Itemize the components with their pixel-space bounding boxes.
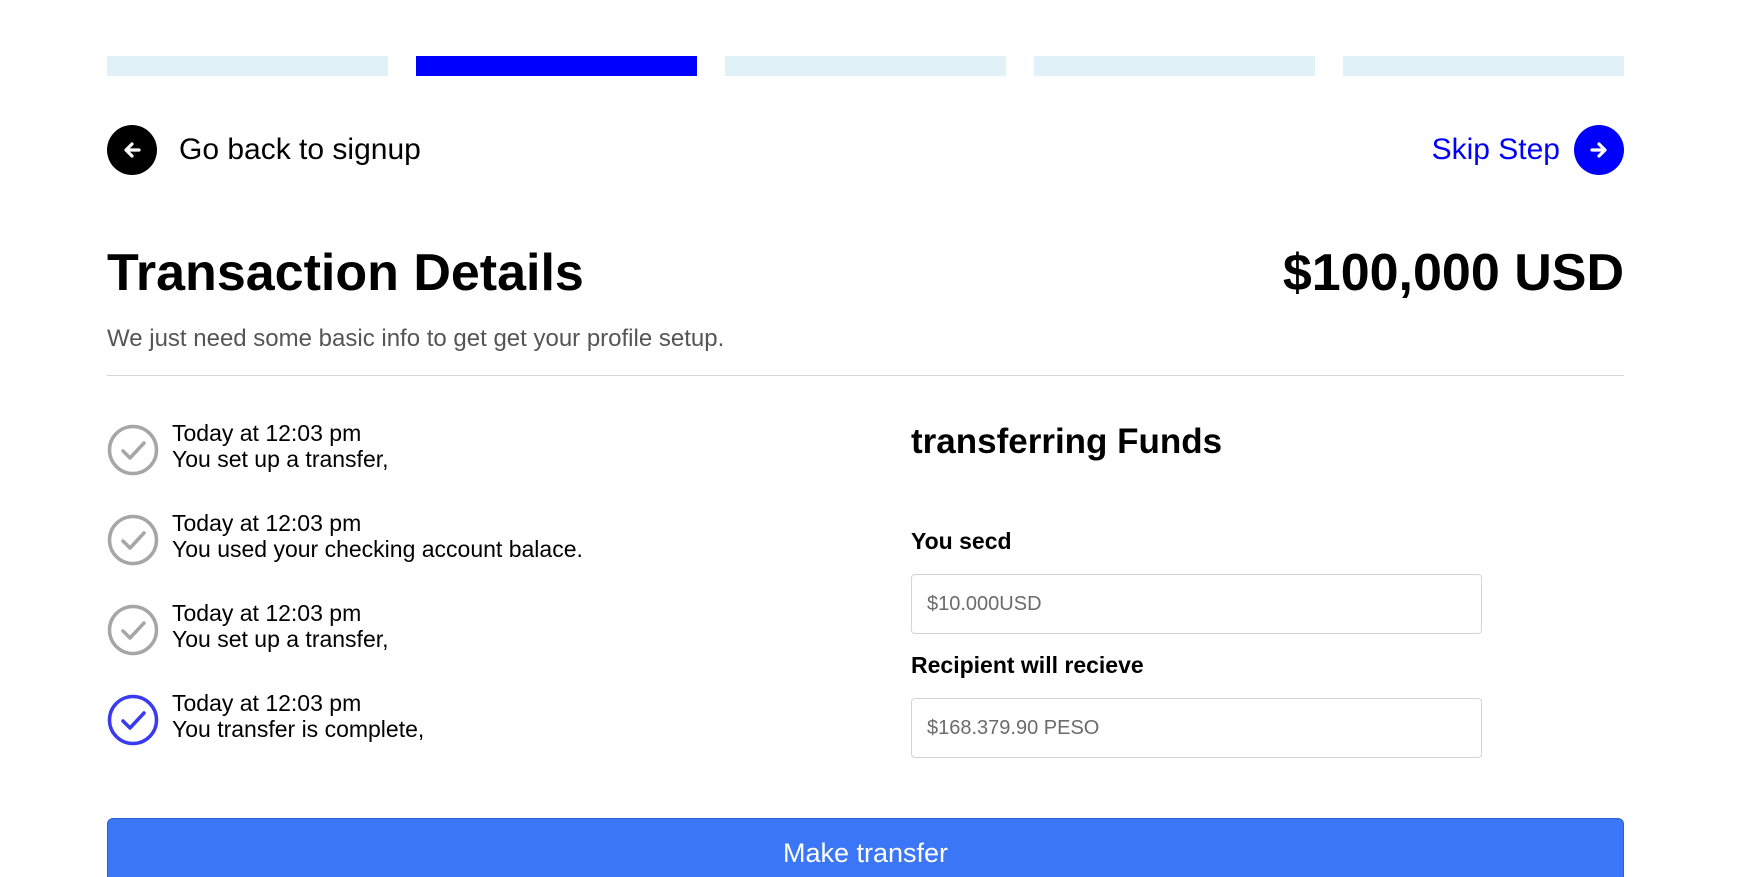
transaction-timeline: Today at 12:03 pm You set up a transfer,…: [107, 420, 807, 780]
step-progress: [107, 56, 1624, 76]
timeline-event-text: Today at 12:03 pm You set up a transfer,: [172, 600, 389, 652]
timeline-event-time: Today at 12:03 pm: [172, 600, 362, 626]
skip-step-label[interactable]: Skip Step: [1432, 133, 1560, 167]
receive-amount-label: Recipient will recieve: [911, 652, 1144, 678]
back-link[interactable]: Go back to signup: [107, 125, 421, 175]
progress-step-4: [1034, 56, 1315, 76]
send-amount-input[interactable]: [911, 574, 1482, 634]
arrow-left-icon[interactable]: [107, 125, 157, 175]
timeline-event-description: You set up a transfer,: [172, 446, 389, 472]
nav-row: Go back to signup Skip Step: [107, 124, 1624, 176]
page-title: Transaction Details: [107, 244, 584, 302]
page-subtitle: We just need some basic info to get get …: [107, 325, 725, 352]
timeline-event-text: Today at 12:03 pm You transfer is comple…: [172, 690, 424, 742]
receive-amount-input[interactable]: [911, 698, 1482, 758]
form-title: transferring Funds: [911, 422, 1223, 461]
transaction-amount: $100,000 USD: [1282, 244, 1624, 302]
timeline-event-description: You transfer is complete,: [172, 716, 425, 742]
arrow-right-icon[interactable]: [1574, 125, 1624, 175]
check-circle-icon: [107, 604, 159, 656]
send-amount-label: You secd: [911, 528, 1012, 554]
timeline-event-text: Today at 12:03 pm You used your checking…: [172, 510, 583, 562]
check-circle-icon: [107, 424, 159, 476]
progress-step-3: [725, 56, 1006, 76]
make-transfer-button[interactable]: Make transfer: [107, 818, 1624, 877]
page: Go back to signup Skip Step Transaction …: [0, 0, 1740, 877]
timeline-event-text: Today at 12:03 pm You set up a transfer,: [172, 420, 389, 472]
timeline-event-time: Today at 12:03 pm: [172, 510, 362, 536]
skip-step-link[interactable]: Skip Step: [1432, 125, 1624, 175]
progress-step-2: [416, 56, 697, 76]
progress-step-1: [107, 56, 388, 76]
transfer-form: transferring Funds You secd Recipient wi…: [911, 420, 1511, 758]
timeline-event: Today at 12:03 pm You set up a transfer,: [107, 420, 807, 510]
timeline-event-description: You used your checking account balace.: [172, 536, 583, 562]
check-circle-icon: [107, 694, 159, 746]
divider: [107, 375, 1624, 376]
back-link-label[interactable]: Go back to signup: [179, 133, 421, 167]
timeline-event-description: You set up a transfer,: [172, 626, 389, 652]
timeline-event: Today at 12:03 pm You set up a transfer,: [107, 600, 807, 690]
check-circle-icon: [107, 514, 159, 566]
timeline-event: Today at 12:03 pm You used your checking…: [107, 510, 807, 600]
timeline-event: Today at 12:03 pm You transfer is comple…: [107, 690, 807, 780]
progress-step-5: [1343, 56, 1624, 76]
timeline-event-time: Today at 12:03 pm: [172, 690, 362, 716]
timeline-event-time: Today at 12:03 pm: [172, 420, 362, 446]
